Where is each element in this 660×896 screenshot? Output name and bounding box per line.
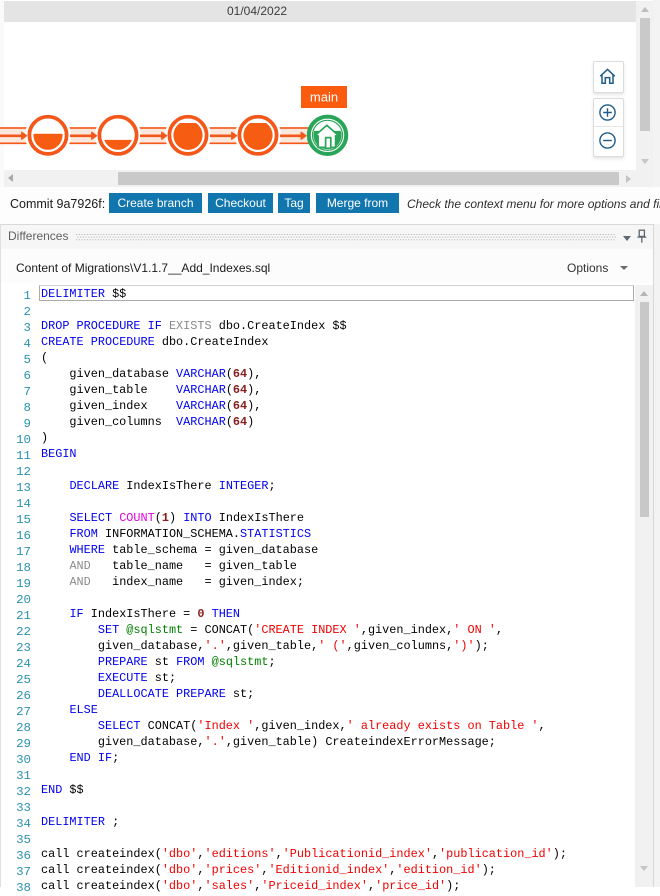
svg-text:main: main	[310, 90, 338, 105]
